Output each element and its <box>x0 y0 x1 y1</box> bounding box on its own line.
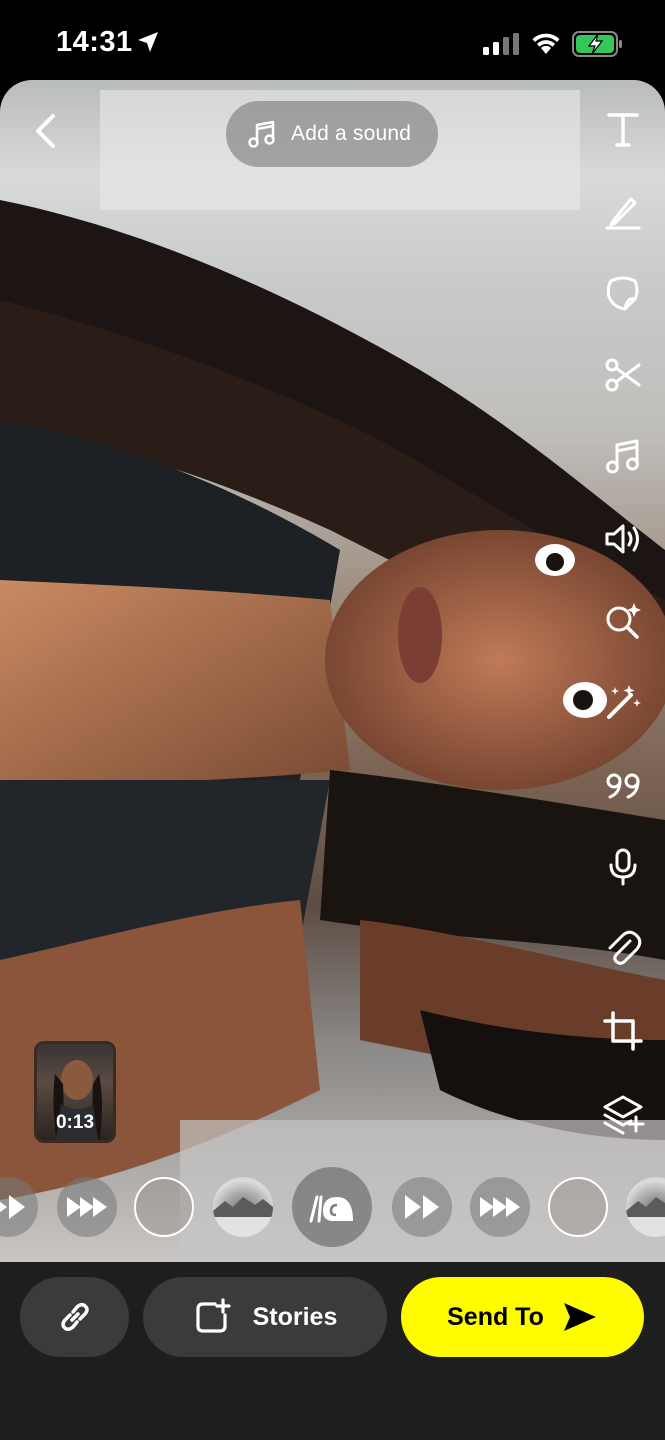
lens-search-tool[interactable] <box>603 601 643 641</box>
text-tool[interactable] <box>603 109 643 149</box>
add-sound-button[interactable]: Add a sound <box>226 101 438 167</box>
fastest-forward-icon <box>480 1197 520 1217</box>
volume-tool[interactable] <box>603 519 643 559</box>
thumbnail-duration: 0:13 <box>55 1112 95 1133</box>
add-story-icon <box>196 1298 231 1333</box>
paperclip-icon <box>608 930 642 965</box>
sticker-tool[interactable] <box>603 273 643 313</box>
speed-option-none[interactable] <box>134 1177 194 1237</box>
landscape-lens-icon <box>626 1197 665 1237</box>
speed-selector <box>0 1167 665 1247</box>
draw-tool[interactable] <box>603 191 643 231</box>
layers-add-icon <box>603 1095 645 1135</box>
status-time: 14:31 <box>56 26 133 58</box>
fastest-forward-icon <box>67 1197 107 1217</box>
magic-wand-icon <box>607 685 641 719</box>
video-thumbnail[interactable]: 0:13 <box>34 1041 116 1143</box>
speed-option[interactable] <box>392 1177 452 1237</box>
music-icon <box>606 439 639 474</box>
cellular-signal-icon <box>483 33 519 55</box>
add-sound-label: Add a sound <box>291 122 412 145</box>
back-chevron-icon[interactable] <box>26 110 68 152</box>
speed-option[interactable] <box>213 1177 273 1237</box>
battery-charging-icon <box>572 31 622 57</box>
location-arrow-icon <box>138 32 158 52</box>
fast-forward-icon <box>0 1195 25 1219</box>
status-bar: 14:31 <box>0 0 665 82</box>
scissors-tool[interactable] <box>603 355 643 395</box>
speed-option-none[interactable] <box>548 1177 608 1237</box>
speed-option[interactable] <box>0 1177 38 1237</box>
link-icon <box>60 1302 89 1332</box>
snail-icon <box>309 1195 353 1223</box>
voiceover-tool[interactable] <box>603 847 643 887</box>
speed-option[interactable] <box>57 1177 117 1237</box>
music-tool[interactable] <box>603 437 643 477</box>
wifi-icon <box>532 33 560 54</box>
speed-option[interactable] <box>470 1177 530 1237</box>
bottom-action-bar: Stories Send To <box>0 1262 665 1440</box>
stories-label: Stories <box>252 1302 338 1331</box>
speed-option[interactable] <box>626 1177 665 1237</box>
landscape-lens-icon <box>213 1197 273 1237</box>
send-to-label: Send To <box>447 1302 544 1331</box>
text-icon <box>607 113 639 147</box>
microphone-icon <box>609 848 637 886</box>
speed-option-selected[interactable] <box>292 1167 372 1247</box>
stories-button[interactable]: Stories <box>143 1277 387 1357</box>
fast-forward-icon <box>405 1195 439 1219</box>
crop-icon <box>603 1011 643 1051</box>
attach-link-button[interactable] <box>20 1277 129 1357</box>
search-sparkle-icon <box>606 603 641 639</box>
send-arrow-icon <box>563 1303 596 1331</box>
crop-tool[interactable] <box>603 1011 643 1051</box>
layers-tool[interactable] <box>603 1093 645 1135</box>
sticker-icon <box>606 276 639 311</box>
volume-icon <box>605 524 639 554</box>
music-note-icon <box>248 120 275 148</box>
caption-tool[interactable] <box>603 765 643 805</box>
send-to-button[interactable]: Send To <box>401 1277 644 1357</box>
quote-icon <box>606 773 640 799</box>
pencil-icon <box>605 197 641 230</box>
magic-tool[interactable] <box>603 683 643 723</box>
attachment-tool[interactable] <box>603 929 643 969</box>
scissors-icon <box>605 358 641 392</box>
snap-preview[interactable]: Add a sound 0:13 <box>0 80 665 1262</box>
